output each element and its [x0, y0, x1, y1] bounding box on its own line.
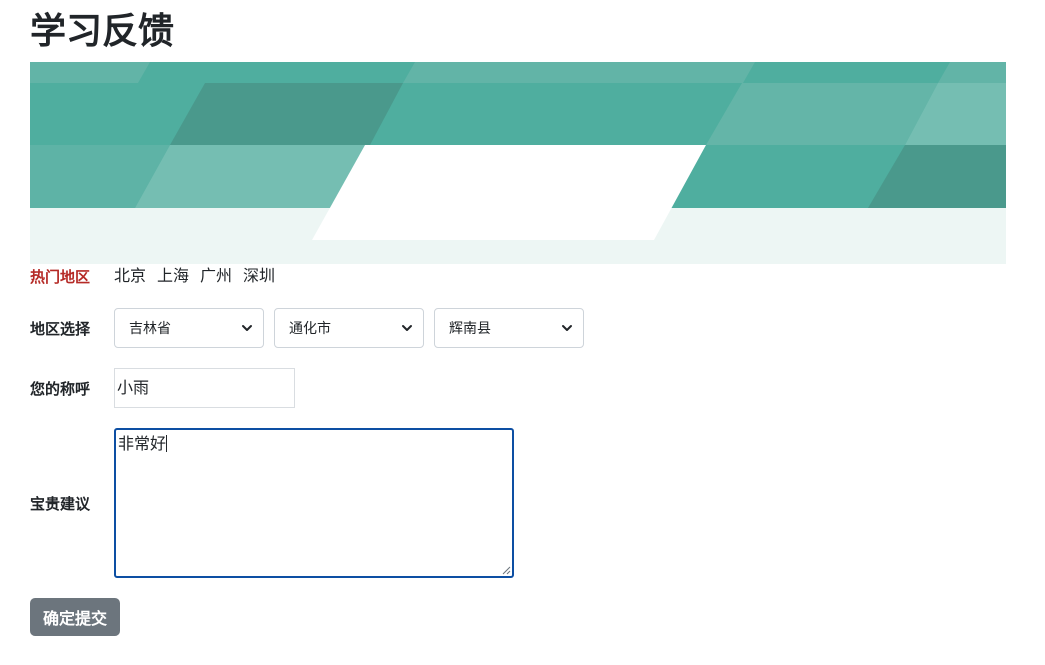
- hot-city-guangzhou[interactable]: 广州: [200, 265, 232, 287]
- hot-cities-list: 北京 上海 广州 深圳: [114, 265, 275, 287]
- resize-handle-icon[interactable]: [502, 566, 511, 575]
- submit-button[interactable]: 确定提交: [30, 598, 120, 636]
- hot-city-shanghai[interactable]: 上海: [157, 265, 189, 287]
- province-select-value: 吉林省: [129, 321, 171, 337]
- banner-image: [30, 62, 1006, 264]
- banner-pattern: [30, 62, 1006, 240]
- chevron-down-icon: [402, 325, 412, 331]
- county-select-value: 辉南县: [449, 321, 491, 337]
- city-select-value: 通化市: [289, 321, 331, 337]
- text-caret: [166, 435, 168, 452]
- suggestion-text: 非常好: [118, 434, 167, 453]
- feedback-page: 学习反馈 热门地区 北京 上海 广州 深圳 地区选择 吉林省 通化市 辉南县 您…: [0, 0, 1045, 665]
- suggestion-textarea[interactable]: 非常好: [114, 428, 514, 578]
- region-select-label: 地区选择: [30, 320, 91, 338]
- province-select[interactable]: 吉林省: [114, 308, 264, 348]
- hot-city-beijing[interactable]: 北京: [114, 265, 146, 287]
- page-title: 学习反馈: [30, 11, 175, 52]
- name-field-label: 您的称呼: [30, 380, 91, 398]
- hot-city-shenzhen[interactable]: 深圳: [243, 265, 275, 287]
- suggestion-field-label: 宝贵建议: [30, 495, 91, 513]
- name-input[interactable]: 小雨: [114, 368, 295, 408]
- chevron-down-icon: [562, 325, 572, 331]
- city-select[interactable]: 通化市: [274, 308, 424, 348]
- chevron-down-icon: [242, 325, 252, 331]
- hot-regions-label: 热门地区: [30, 268, 91, 286]
- county-select[interactable]: 辉南县: [434, 308, 584, 348]
